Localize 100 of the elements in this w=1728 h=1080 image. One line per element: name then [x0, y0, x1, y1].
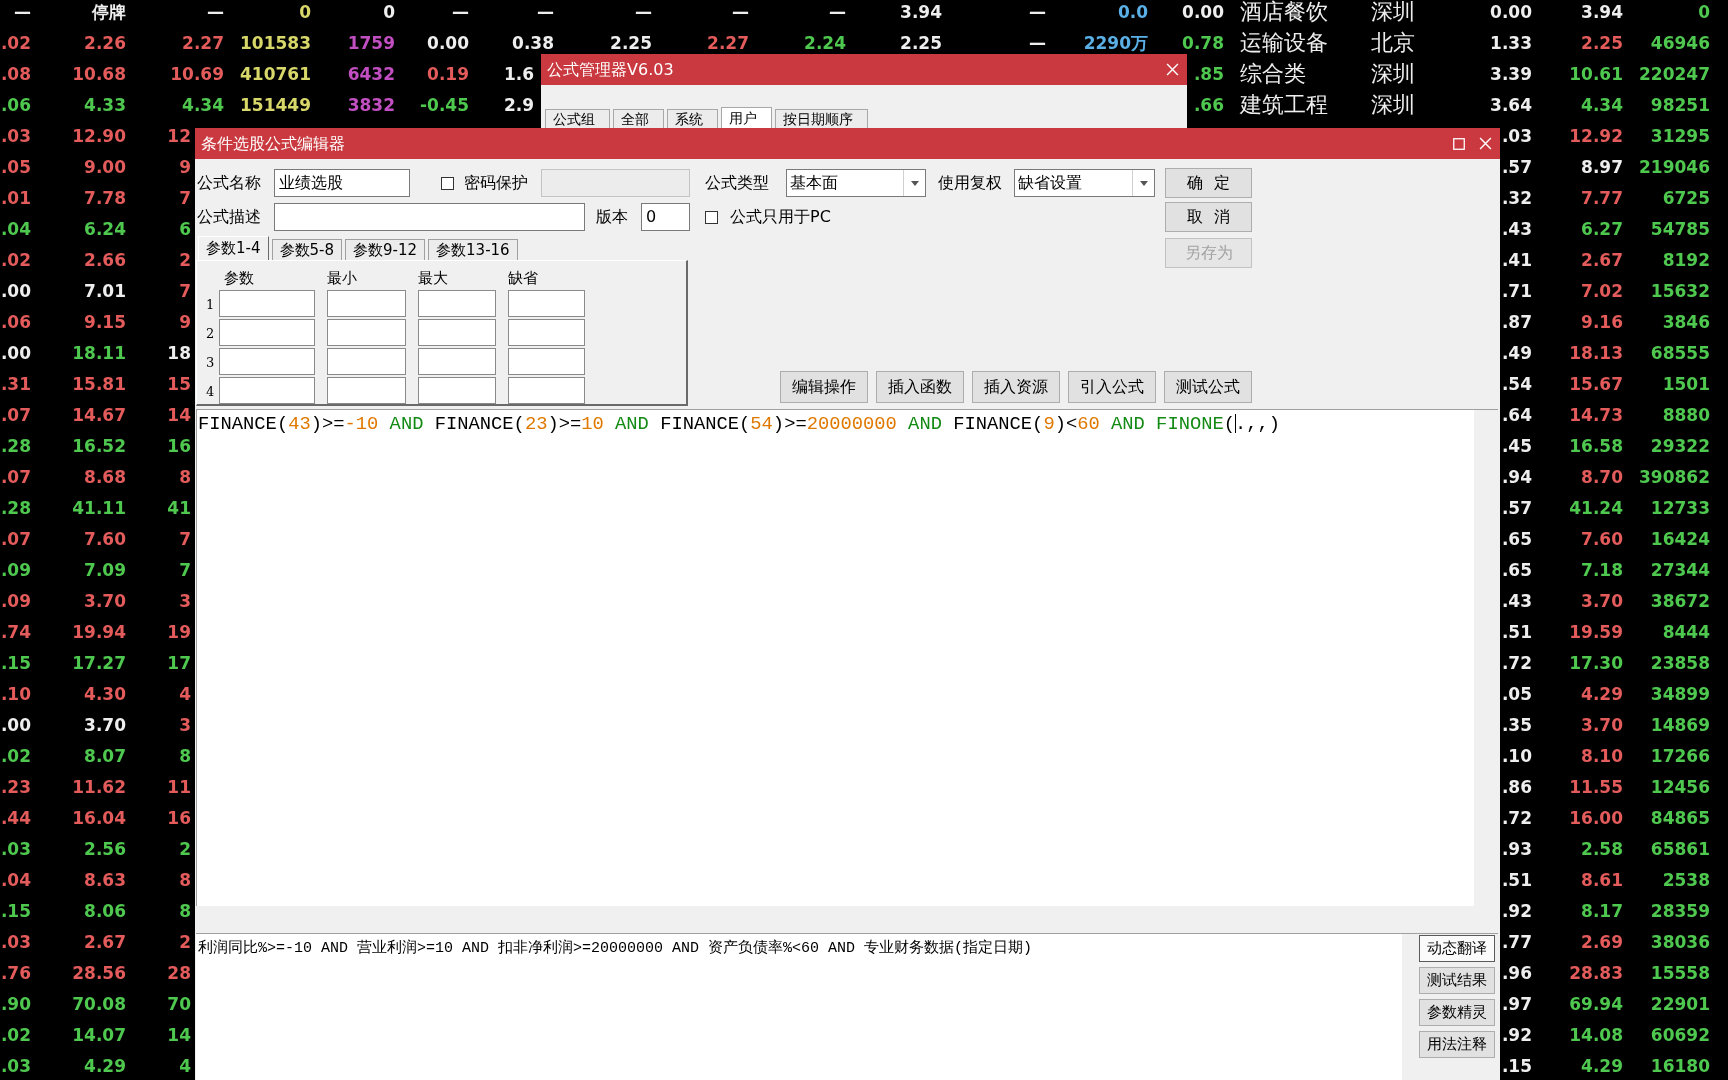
- quote-text: .00: [0, 342, 31, 363]
- parameter-input[interactable]: [219, 377, 315, 404]
- parameter-input[interactable]: [327, 348, 406, 375]
- parameter-input[interactable]: [219, 290, 315, 317]
- quote-text: 65861: [1650, 838, 1710, 859]
- tab[interactable]: 参数9-12: [345, 239, 426, 260]
- dialog-button[interactable]: 取 消: [1165, 202, 1252, 232]
- quote-text: 16: [167, 807, 191, 828]
- quote-text: 28: [167, 962, 191, 983]
- close-icon[interactable]: [1479, 137, 1492, 150]
- quote-text: 7.01: [84, 280, 126, 301]
- quote-text: 38672: [1650, 590, 1710, 611]
- checkbox[interactable]: [705, 210, 718, 224]
- parameter-input[interactable]: [327, 319, 406, 346]
- parameter-input[interactable]: [418, 290, 496, 317]
- quote-text: 8.68: [84, 466, 126, 487]
- quote-text: 8.07: [84, 745, 126, 766]
- tab[interactable]: 参数5-8: [271, 239, 342, 260]
- caret-down-icon: [910, 180, 919, 186]
- action-button[interactable]: 编辑操作: [780, 371, 868, 403]
- action-button[interactable]: 引入公式: [1068, 371, 1156, 403]
- quote-text: .86: [1501, 776, 1532, 797]
- panel-button[interactable]: 用法注释: [1419, 1031, 1495, 1058]
- quote-text: 6: [179, 218, 191, 239]
- caret-down-icon: [1139, 180, 1148, 186]
- tab[interactable]: 用户: [721, 107, 772, 128]
- quote-text: 7.77: [1581, 187, 1623, 208]
- parameter-input[interactable]: [327, 290, 406, 317]
- quote-text: .90: [0, 993, 31, 1014]
- quote-text: 2.26: [84, 32, 126, 53]
- tab[interactable]: 公式组: [545, 109, 610, 128]
- quote-text: 8: [179, 900, 191, 921]
- parameter-input[interactable]: [418, 377, 496, 404]
- quote-text: 2538: [1662, 869, 1710, 890]
- price-adjust-select[interactable]: 缺省设置: [1014, 169, 1155, 197]
- quote-text: .76: [0, 962, 31, 983]
- action-button[interactable]: 测试公式: [1164, 371, 1252, 403]
- quote-text: —: [635, 1, 652, 22]
- quote-text: 0.00: [1182, 1, 1224, 22]
- parameter-input[interactable]: [508, 319, 585, 346]
- maximize-icon[interactable]: [1453, 137, 1465, 150]
- parameter-input[interactable]: [508, 348, 585, 375]
- panel-button[interactable]: 动态翻译: [1419, 935, 1495, 962]
- quote-text: 综合类: [1240, 60, 1306, 87]
- action-button[interactable]: 插入资源: [972, 371, 1060, 403]
- quote-text: 2.27: [707, 32, 749, 53]
- panel-button[interactable]: 测试结果: [1419, 967, 1495, 994]
- quote-text: .66: [1193, 94, 1224, 115]
- tab[interactable]: 按日期顺序: [775, 109, 868, 128]
- parameter-input[interactable]: [508, 290, 585, 317]
- formula-type-select[interactable]: 基本面: [786, 169, 926, 197]
- quote-text: 16.04: [72, 807, 126, 828]
- tab[interactable]: 系统: [667, 109, 718, 128]
- quote-text: 8.17: [1581, 900, 1623, 921]
- parameter-input[interactable]: [219, 348, 315, 375]
- checkbox[interactable]: [441, 176, 454, 190]
- parameter-input[interactable]: [418, 348, 496, 375]
- parameter-input[interactable]: [418, 319, 496, 346]
- quote-text: .71: [1501, 280, 1532, 301]
- checkbox-label: 密码保护: [464, 173, 528, 192]
- quote-text: 3832: [347, 94, 395, 115]
- quote-text: 410761: [240, 63, 311, 84]
- action-button[interactable]: 插入函数: [876, 371, 964, 403]
- panel-button[interactable]: 参数精灵: [1419, 999, 1495, 1026]
- tab[interactable]: 参数1-4: [198, 236, 269, 260]
- dialog-button[interactable]: 确 定: [1165, 168, 1252, 198]
- formula-name-field[interactable]: 业绩选股: [274, 169, 410, 197]
- quote-text: 0: [299, 1, 311, 22]
- quote-text: 41.24: [1569, 497, 1623, 518]
- quote-text: 15.81: [72, 373, 126, 394]
- parameter-input[interactable]: [508, 377, 585, 404]
- tab[interactable]: 参数13-16: [428, 239, 518, 260]
- quote-text: .02: [0, 32, 31, 53]
- description-field[interactable]: [274, 203, 585, 231]
- quote-text: 3: [179, 590, 191, 611]
- quote-text: 7: [179, 528, 191, 549]
- parameter-input[interactable]: [219, 319, 315, 346]
- quote-text: .01: [0, 187, 31, 208]
- quote-text: 390862: [1639, 466, 1710, 487]
- quote-text: 14.07: [72, 1024, 126, 1045]
- quote-text: 8.61: [1581, 869, 1623, 890]
- quote-text: 12456: [1650, 776, 1710, 797]
- quote-text: .03: [0, 125, 31, 146]
- quote-text: —: [829, 1, 846, 22]
- quote-text: .09: [0, 590, 31, 611]
- quote-text: .51: [1501, 869, 1532, 890]
- quote-text: 2.9: [503, 94, 534, 115]
- quote-text: 6.24: [84, 218, 126, 239]
- close-icon[interactable]: [1166, 63, 1179, 76]
- quote-text: 2.27: [182, 32, 224, 53]
- parameter-input[interactable]: [327, 377, 406, 404]
- version-field[interactable]: 0: [641, 203, 690, 231]
- quote-text: .87: [1501, 311, 1532, 332]
- formula-editor[interactable]: FINANCE(43)>=-10 AND FINANCE(23)>=10 AND FINANCE(54)>=20000000 AND FINANCE(9)<60 AND FINONE(.,,): [197, 410, 1474, 906]
- quote-text: 14.08: [1569, 1024, 1623, 1045]
- tab[interactable]: 全部: [613, 109, 664, 128]
- quote-text: .02: [0, 249, 31, 270]
- quote-text: .31: [0, 373, 31, 394]
- quote-text: 北京: [1371, 29, 1415, 56]
- quote-text: 3.39: [1490, 63, 1532, 84]
